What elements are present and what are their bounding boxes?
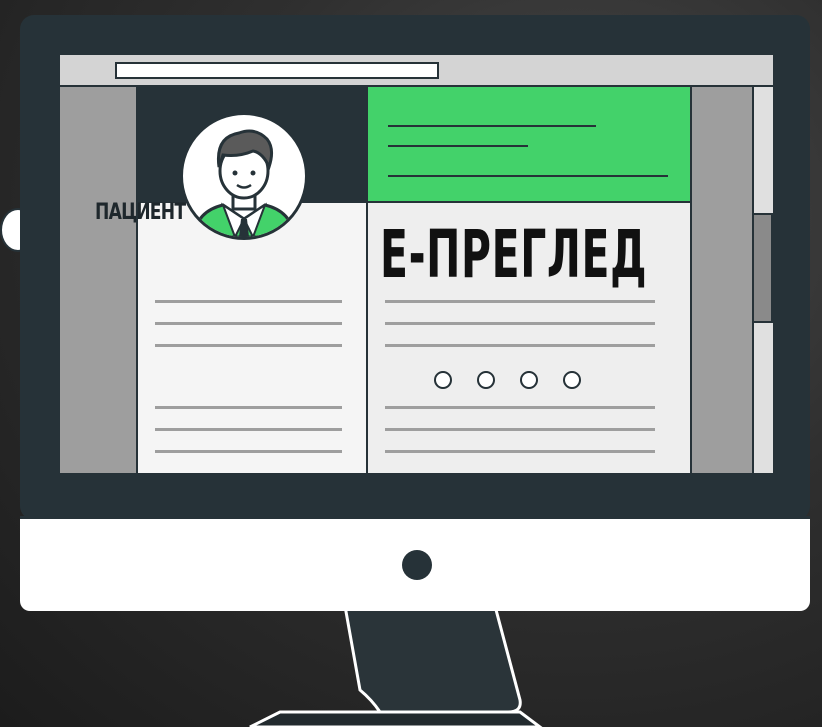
illustration-scene: ПАЦИЕНТ Е-ПРЕГЛЕД [0, 0, 822, 727]
text-line [385, 450, 655, 453]
text-line [155, 406, 342, 409]
text-line [155, 428, 342, 431]
text-line [155, 322, 342, 325]
right-gutter [690, 87, 752, 473]
text-line [385, 428, 655, 431]
browser-address-bar [60, 55, 773, 87]
url-field[interactable] [115, 62, 439, 79]
header-line [388, 125, 596, 127]
header-line [388, 145, 528, 147]
text-line [385, 300, 655, 303]
radio-dot[interactable] [477, 371, 495, 389]
text-line [155, 344, 342, 347]
text-line [385, 344, 655, 347]
patient-label: ПАЦИЕНТ [95, 200, 186, 225]
text-line [155, 450, 342, 453]
header-line [388, 175, 668, 177]
radio-dot[interactable] [520, 371, 538, 389]
radio-dot[interactable] [563, 371, 581, 389]
text-line [385, 406, 655, 409]
doctor-avatar-icon [180, 112, 308, 240]
power-button-icon[interactable] [402, 550, 432, 580]
text-line [385, 322, 655, 325]
text-line [155, 300, 342, 303]
left-gutter [60, 87, 138, 473]
radio-dot[interactable] [434, 371, 452, 389]
patient-panel [138, 203, 368, 473]
exam-panel-header [368, 87, 690, 203]
scrollbar-thumb[interactable] [752, 213, 773, 323]
exam-title: Е-ПРЕГЛЕД [380, 216, 648, 293]
